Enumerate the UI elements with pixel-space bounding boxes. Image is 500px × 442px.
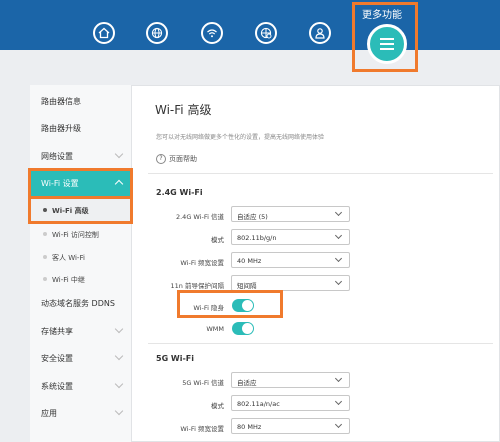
chevron-down-icon (114, 379, 124, 389)
sidebar-item-apps[interactable]: 应用 (30, 400, 132, 427)
user-icon[interactable] (309, 22, 331, 44)
chevron-down-icon (114, 406, 124, 416)
chevron-down-icon (334, 374, 343, 383)
divider (148, 343, 493, 344)
network-icon[interactable] (255, 22, 277, 44)
sidebar-item-security[interactable]: 安全设置 (30, 345, 132, 372)
wifi-advanced-highlight (28, 196, 133, 224)
channel-5g-label: 5G Wi-Fi 信道 (182, 379, 224, 387)
more-functions-highlight (352, 2, 418, 72)
chevron-down-icon (334, 254, 343, 263)
guard-interval-label: 11n 前导保护间隔 (170, 282, 224, 290)
mode-24g-select[interactable]: 802.11b/g/n (231, 229, 350, 245)
sidebar-item-network-settings[interactable]: 网络设置 (30, 143, 132, 170)
top-nav-bar (0, 0, 500, 50)
home-icon[interactable] (93, 22, 115, 44)
mode-5g-select[interactable]: 802.11a/n/ac (231, 395, 350, 411)
divider (148, 173, 493, 174)
globe-icon[interactable] (146, 22, 168, 44)
bullet-icon (43, 277, 47, 281)
section-title-5g: 5G Wi-Fi (156, 354, 195, 363)
wifi-hide-highlight (177, 290, 283, 318)
chevron-down-icon (114, 149, 124, 159)
sidebar-item-storage-share[interactable]: 存储共享 (30, 318, 132, 345)
sidebar-item-router-upgrade[interactable]: 路由器升级 (30, 115, 132, 142)
chevron-down-icon (334, 277, 343, 286)
channel-24g-label: 2.4G Wi-Fi 信道 (175, 213, 224, 221)
sidebar-item-ddns[interactable]: 动态域名服务 DDNS (30, 290, 132, 317)
sidebar-sub-guest-wifi[interactable]: 客人 Wi-Fi (30, 246, 132, 268)
guard-interval-select[interactable]: 短间隔 (231, 275, 350, 291)
section-title-24g: 2.4G Wi-Fi (156, 188, 203, 197)
page-title: Wi-Fi 高级 (155, 103, 212, 117)
wmm-label: WMM (206, 325, 224, 333)
bullet-icon (43, 255, 47, 259)
page-description: 您可以对无线网络做更多个性化的设置，提高无线网络使用体验 (156, 134, 325, 141)
sidebar-sub-wifi-repeater[interactable]: Wi-Fi 中继 (30, 268, 132, 290)
bandwidth-5g-select[interactable]: 80 MHz (231, 418, 350, 434)
mode-24g-label: 模式 (211, 236, 224, 244)
sidebar-sub-wifi-access-control[interactable]: Wi-Fi 访问控制 (30, 223, 132, 245)
help-link[interactable]: ? 页面帮助 (156, 154, 197, 164)
sidebar-item-router-info[interactable]: 路由器信息 (30, 88, 132, 115)
wifi-icon[interactable] (201, 22, 223, 44)
chevron-down-icon (114, 324, 124, 334)
channel-5g-select[interactable]: 自适应 (231, 372, 350, 388)
bandwidth-24g-select[interactable]: 40 MHz (231, 252, 350, 268)
chevron-down-icon (334, 397, 343, 406)
chevron-down-icon (334, 420, 343, 429)
chevron-down-icon (334, 208, 343, 217)
channel-24g-select[interactable]: 自适应 (5) (231, 206, 350, 222)
wmm-toggle[interactable] (232, 322, 254, 335)
sidebar-item-system-settings[interactable]: 系统设置 (30, 373, 132, 400)
mode-5g-label: 模式 (211, 402, 224, 410)
wifi-settings-highlight (28, 168, 133, 199)
bandwidth-5g-label: Wi-Fi 频宽设置 (180, 425, 224, 433)
chevron-down-icon (114, 351, 124, 361)
help-icon: ? (156, 154, 166, 164)
bullet-icon (43, 232, 47, 236)
chevron-down-icon (334, 231, 343, 240)
bandwidth-24g-label: Wi-Fi 频宽设置 (180, 259, 224, 267)
